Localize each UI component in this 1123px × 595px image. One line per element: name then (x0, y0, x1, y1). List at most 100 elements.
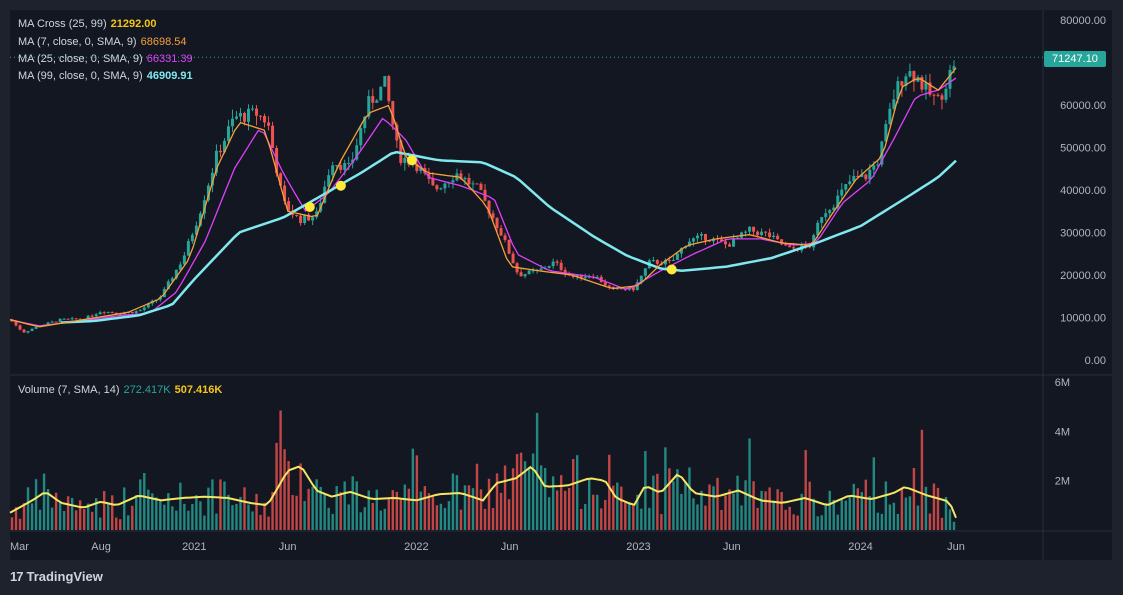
candle-body (130, 311, 134, 314)
volume-bar (427, 493, 431, 530)
volume-bar (263, 502, 266, 530)
tradingview-brand[interactable]: 17 TradingView (10, 569, 103, 584)
volume-bar (363, 507, 366, 530)
candle-body (667, 260, 671, 262)
volume-bar (463, 485, 467, 530)
ma-cross-marker (406, 155, 417, 166)
candle-body (603, 282, 607, 286)
volume-bar (171, 506, 174, 530)
volume-bar (315, 479, 318, 530)
volume-bar (295, 495, 298, 530)
volume-bar (435, 505, 439, 530)
candle-body (840, 189, 844, 196)
volume-bar (816, 516, 819, 530)
volume-bar (119, 519, 122, 530)
price-tick-label: 50000.00 (1060, 143, 1106, 155)
volume-bar (359, 512, 362, 530)
volume-bar (736, 475, 739, 530)
candle-body (848, 181, 852, 185)
volume-bar (620, 486, 623, 530)
candle-body (691, 238, 695, 242)
candle-body (379, 86, 383, 101)
volume-bar (123, 487, 126, 530)
volume-bar (411, 448, 415, 530)
time-tick-label: Aug (91, 541, 111, 553)
volume-bar (159, 500, 162, 530)
candle-body (728, 244, 732, 247)
volume-bar (856, 488, 859, 530)
volume-bar (784, 509, 787, 530)
volume-bar (111, 495, 114, 530)
candle-body (868, 169, 872, 180)
candle-body (703, 234, 707, 241)
volume-bar (147, 489, 150, 530)
volume-bar (26, 487, 30, 530)
legend-volume[interactable]: Volume (7, SMA, 14) 272.417K 507.416K (18, 383, 222, 398)
volume-bar (443, 507, 447, 530)
price-tick-label: 40000.00 (1060, 185, 1106, 197)
legend-ma-cross[interactable]: MA Cross (25, 99) 21292.00 (18, 17, 157, 32)
legend-ma25-label: MA (25, close, 0, SMA, 9) (18, 53, 143, 65)
candle-body (14, 321, 18, 326)
volume-bar (447, 501, 451, 530)
legend-ma25-value: 66331.39 (146, 53, 193, 65)
volume-bar (215, 513, 218, 530)
candle-body (142, 307, 146, 311)
candle-body (218, 150, 222, 153)
volume-bar (644, 451, 647, 530)
volume-bar (912, 468, 916, 530)
volume-bar (555, 490, 559, 530)
volume-bar (311, 486, 314, 530)
volume-bar (660, 514, 663, 530)
candle-body (383, 76, 387, 87)
volume-bar (163, 504, 166, 530)
candle-body (559, 262, 563, 270)
candle-body (439, 188, 443, 190)
volume-bar (668, 468, 671, 530)
volume-bar (107, 503, 110, 530)
volume-bar (892, 502, 896, 530)
volume-bar (74, 510, 78, 530)
candle-body (551, 261, 555, 267)
legend-ma25[interactable]: MA (25, close, 0, SMA, 9) 66331.39 (18, 52, 193, 67)
volume-bar (924, 486, 928, 530)
candle-body (651, 260, 655, 262)
volume-bar (235, 503, 238, 530)
candle-body (495, 217, 499, 229)
volume-bar (872, 457, 876, 530)
volume-bar (880, 513, 884, 530)
legend-ma7[interactable]: MA (7, close, 0, SMA, 9) 68698.54 (18, 35, 186, 50)
volume-bar (102, 491, 106, 530)
volume-bar (908, 496, 912, 530)
candle-body (106, 311, 110, 313)
volume-bar (712, 486, 715, 530)
volume-bar (199, 501, 202, 530)
candle-body (828, 210, 832, 214)
candle-body (699, 234, 703, 236)
legend-ma99-value: 46909.91 (146, 70, 193, 82)
candle-body (844, 184, 848, 190)
volume-bar (820, 515, 823, 530)
candle-body (230, 118, 234, 127)
last-price-tag: 71247.10 (1044, 51, 1106, 67)
volume-bar (70, 497, 74, 530)
candle-body (138, 310, 142, 312)
legend-ma99[interactable]: MA (99, close, 0, SMA, 9) 46909.91 (18, 69, 193, 84)
volume-bar (852, 483, 855, 530)
time-tick-label: 2021 (182, 541, 206, 553)
candle-body (507, 239, 511, 254)
volume-bar (50, 507, 54, 530)
volume-bar (519, 452, 523, 530)
volume-bar (399, 498, 403, 530)
volume-bar (419, 491, 423, 530)
volume-bar (744, 480, 747, 530)
candle-body (527, 270, 531, 275)
candle-body (271, 125, 275, 148)
volume-bar (563, 490, 567, 530)
candle-body (90, 315, 94, 317)
volume-bar (195, 495, 198, 530)
volume-bar (82, 509, 86, 530)
candle-body (234, 116, 238, 119)
price-chart-svg[interactable]: 80000.0070000.0060000.0050000.0040000.00… (0, 0, 1123, 595)
volume-bar (656, 473, 659, 530)
